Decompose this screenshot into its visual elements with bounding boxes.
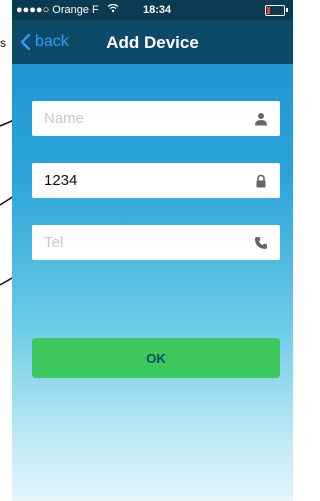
battery-tip <box>286 8 288 12</box>
user-icon <box>255 113 267 126</box>
name-input[interactable] <box>44 101 244 136</box>
battery-icon <box>265 5 285 16</box>
code-field[interactable] <box>32 163 280 198</box>
phone-icon <box>255 237 267 249</box>
page-title: Add Device <box>106 33 199 52</box>
callout-lines: s <box>0 0 46 501</box>
ok-button[interactable]: OK <box>32 338 280 378</box>
tel-field[interactable] <box>32 225 280 260</box>
lock-icon <box>256 174 266 188</box>
code-input[interactable] <box>44 163 244 198</box>
wifi-icon <box>107 3 119 16</box>
navigation-bar: back Add Device <box>12 20 293 64</box>
carrier-label: ●●●●○ Orange F <box>16 4 99 16</box>
phone-screen: ●●●●○ Orange F 18:34 back Add Device Nam… <box>12 0 293 501</box>
status-bar: ●●●●○ Orange F 18:34 <box>12 0 293 20</box>
name-field[interactable] <box>32 101 280 136</box>
clock: 18:34 <box>143 4 172 16</box>
tel-input[interactable] <box>44 225 244 260</box>
